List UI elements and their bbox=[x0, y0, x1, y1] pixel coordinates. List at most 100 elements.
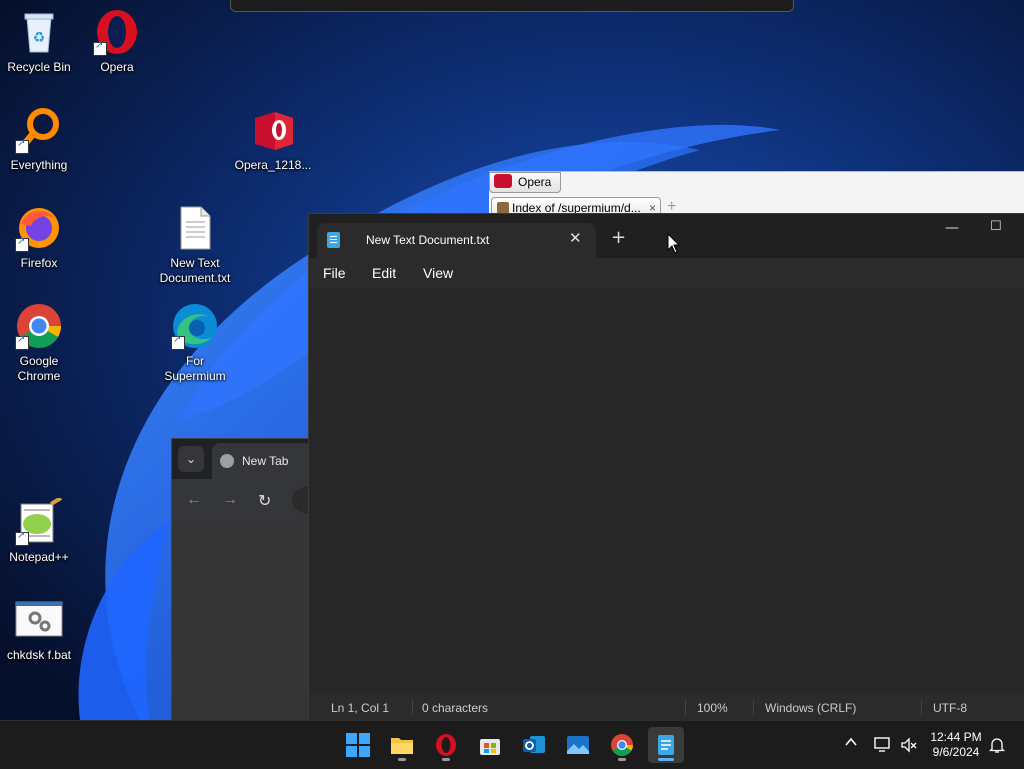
menu-view[interactable]: View bbox=[423, 265, 453, 281]
status-encoding: UTF-8 bbox=[933, 701, 967, 715]
opera-menu-button[interactable]: Opera bbox=[489, 172, 561, 193]
running-indicator bbox=[442, 758, 450, 761]
desktop-icon-label: Opera bbox=[100, 60, 134, 74]
opera-icon bbox=[436, 734, 456, 756]
chrome-icon bbox=[611, 734, 633, 756]
taskbar-opera[interactable] bbox=[428, 727, 464, 763]
taskbar-file-explorer[interactable] bbox=[384, 727, 420, 763]
clock-time: 12:44 PM bbox=[930, 730, 982, 744]
firefox-icon bbox=[15, 204, 63, 252]
system-clock[interactable]: 12:44 PM 9/6/2024 bbox=[925, 730, 987, 760]
status-separator bbox=[685, 700, 686, 715]
active-indicator bbox=[658, 758, 674, 761]
desktop-icon-label: chkdsk f.bat bbox=[6, 648, 72, 662]
desktop-icon-label: Notepad++ bbox=[9, 550, 69, 564]
volume-muted-icon[interactable] bbox=[900, 736, 918, 757]
chrome-content bbox=[172, 523, 312, 721]
notepad-text-area[interactable] bbox=[309, 288, 1024, 695]
start-button[interactable] bbox=[340, 727, 376, 763]
status-separator bbox=[753, 700, 754, 715]
window-edge-top bbox=[230, 0, 794, 12]
status-line-ending: Windows (CRLF) bbox=[765, 701, 857, 715]
shortcut-arrow-icon bbox=[15, 236, 29, 252]
desktop-icon-chkdsk-bat[interactable]: chkdsk f.bat bbox=[0, 596, 78, 663]
reload-icon[interactable]: ↻ bbox=[258, 491, 271, 511]
desktop-icon-everything[interactable]: Everything bbox=[0, 106, 78, 173]
notepad-window[interactable]: New Text Document.txt ✕ + — ☐ File Edit … bbox=[308, 213, 1024, 721]
taskbar-photos[interactable] bbox=[560, 727, 596, 763]
taskbar-microsoft-store[interactable] bbox=[472, 727, 508, 763]
menu-file[interactable]: File bbox=[323, 265, 346, 281]
desktop-icon-for-supermium[interactable]: For Supermium bbox=[156, 302, 234, 384]
notepad-document-icon bbox=[327, 232, 340, 248]
show-hidden-icons-chevron-icon[interactable] bbox=[844, 735, 858, 752]
desktop-icon-label: Everything bbox=[10, 158, 68, 172]
back-arrow-icon[interactable]: ← bbox=[186, 491, 202, 509]
minimize-icon[interactable]: — bbox=[945, 220, 959, 236]
folder-icon bbox=[391, 738, 413, 754]
recycle-bin-icon: ♻ bbox=[15, 8, 63, 56]
running-indicator bbox=[398, 758, 406, 761]
taskbar: 12:44 PM 9/6/2024 bbox=[0, 720, 1024, 769]
chrome-tab[interactable]: New Tab bbox=[212, 443, 312, 479]
chrome-favicon-icon bbox=[220, 454, 234, 468]
desktop-icon-label: For Supermium bbox=[164, 354, 226, 383]
taskbar-chrome[interactable] bbox=[604, 727, 640, 763]
desktop-icon-label: Firefox bbox=[20, 256, 58, 270]
installer-box-icon bbox=[249, 106, 297, 154]
chrome-toolbar: ← → ↻ bbox=[172, 479, 318, 523]
opera-logo-icon bbox=[494, 174, 512, 188]
notepad-tab-title: New Text Document.txt bbox=[366, 233, 490, 247]
photos-icon bbox=[567, 736, 589, 754]
desktop-icon-firefox[interactable]: Firefox bbox=[0, 204, 78, 271]
opera-icon bbox=[93, 8, 141, 56]
desktop-icon-google-chrome[interactable]: Google Chrome bbox=[0, 302, 78, 384]
edge-icon bbox=[171, 302, 219, 350]
chrome-tab-strip: ⌄ New Tab bbox=[172, 439, 312, 479]
desktop-icon-notepadpp[interactable]: Notepad++ bbox=[0, 496, 78, 565]
batch-file-gear-icon bbox=[15, 596, 63, 644]
running-indicator bbox=[618, 758, 626, 761]
windows-logo-icon bbox=[346, 733, 370, 757]
status-zoom[interactable]: 100% bbox=[697, 701, 728, 715]
desktop-icon-label: New Text Document.txt bbox=[159, 256, 231, 285]
desktop-icon-new-text-document[interactable]: New Text Document.txt bbox=[156, 204, 234, 286]
outlook-icon bbox=[523, 736, 545, 753]
notepad-menubar: File Edit View bbox=[309, 258, 1024, 288]
clock-date: 9/6/2024 bbox=[932, 745, 980, 759]
chevron-down-icon: ⌄ bbox=[185, 452, 197, 466]
network-icon[interactable] bbox=[874, 736, 892, 757]
status-cursor-position: Ln 1, Col 1 bbox=[331, 701, 390, 715]
opera-window[interactable]: Opera Index of /supermium/d... × + bbox=[489, 171, 1024, 219]
shortcut-arrow-icon bbox=[15, 138, 29, 154]
shortcut-arrow-icon bbox=[171, 334, 185, 350]
notepad-tab[interactable]: New Text Document.txt ✕ bbox=[317, 223, 596, 258]
taskbar-outlook[interactable] bbox=[516, 727, 552, 763]
shortcut-arrow-icon bbox=[15, 530, 29, 546]
notification-bell-icon[interactable] bbox=[988, 736, 1006, 757]
notepadpp-icon bbox=[15, 496, 63, 546]
text-file-icon bbox=[171, 204, 219, 252]
shortcut-arrow-icon bbox=[15, 334, 29, 350]
desktop-icon-opera-installer[interactable]: Opera_1218... bbox=[234, 106, 312, 173]
tab-close-icon[interactable]: ✕ bbox=[569, 229, 582, 247]
desktop-icon-label: Opera_1218... bbox=[234, 158, 312, 172]
forward-arrow-icon[interactable]: → bbox=[222, 491, 238, 509]
magnifier-icon bbox=[15, 106, 63, 154]
svg-text:♻: ♻ bbox=[33, 30, 46, 46]
notepad-status-bar: Ln 1, Col 1 0 characters 100% Windows (C… bbox=[309, 695, 1024, 721]
shortcut-arrow-icon bbox=[93, 40, 107, 56]
menu-edit[interactable]: Edit bbox=[372, 265, 396, 281]
desktop-icon-opera[interactable]: Opera bbox=[78, 8, 156, 75]
opera-menu-label: Opera bbox=[518, 175, 552, 189]
add-tab-button[interactable]: + bbox=[611, 227, 626, 248]
maximize-icon[interactable]: ☐ bbox=[990, 219, 1002, 234]
chrome-icon bbox=[15, 302, 63, 350]
desktop-icon-recycle-bin[interactable]: ♻ Recycle Bin bbox=[0, 8, 78, 75]
taskbar-notepad[interactable] bbox=[648, 727, 684, 763]
status-separator bbox=[412, 700, 413, 715]
chrome-tab-search-button[interactable]: ⌄ bbox=[178, 446, 204, 472]
chrome-window[interactable]: ⌄ New Tab ← → ↻ bbox=[171, 438, 318, 722]
status-separator bbox=[921, 700, 922, 715]
status-character-count: 0 characters bbox=[422, 701, 489, 715]
